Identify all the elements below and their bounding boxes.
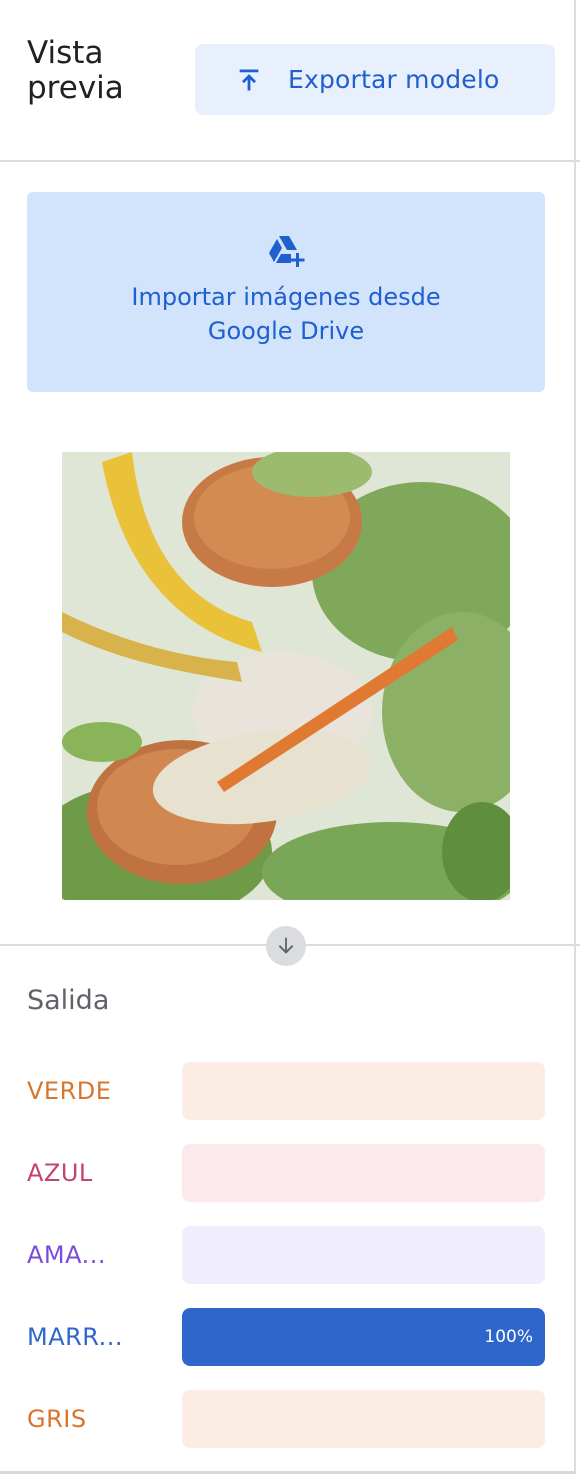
import-drive-label: Importar imágenes desde Google Drive: [131, 283, 441, 345]
output-class-row: MARR... 100%: [0, 1308, 580, 1366]
panel-title: Vista previa: [27, 35, 124, 106]
confidence-bar: [182, 1062, 545, 1120]
output-class-label: AZUL: [27, 1159, 93, 1187]
output-title: Salida: [27, 985, 110, 1016]
food-waste-image: [62, 452, 510, 900]
header-divider: [0, 160, 580, 162]
import-drive-button[interactable]: Importar imágenes desde Google Drive: [27, 192, 545, 392]
arrow-down-icon: [266, 926, 306, 966]
output-class-row: GRIS: [0, 1390, 580, 1448]
confidence-bar: [182, 1144, 545, 1202]
confidence-bar: 100%: [182, 1308, 545, 1366]
output-class-label: GRIS: [27, 1405, 87, 1433]
confidence-bar: [182, 1390, 545, 1448]
output-class-row: AZUL: [0, 1144, 580, 1202]
export-model-button[interactable]: Exportar modelo: [195, 44, 555, 115]
output-class-label: AMA...: [27, 1241, 107, 1269]
confidence-bar: [182, 1226, 545, 1284]
google-drive-add-icon: [269, 236, 305, 267]
output-class-label: MARR...: [27, 1323, 124, 1351]
export-model-label: Exportar modelo: [288, 65, 500, 94]
confidence-percent: 100%: [484, 1327, 533, 1347]
upload-icon: [239, 69, 259, 90]
output-class-row: VERDE: [0, 1062, 580, 1120]
output-class-row: AMA...: [0, 1226, 580, 1284]
panel-header: Vista previa Exportar modelo: [0, 0, 580, 160]
output-class-label: VERDE: [27, 1077, 112, 1105]
preview-panel: Vista previa Exportar modelo Importar im…: [0, 0, 580, 1474]
